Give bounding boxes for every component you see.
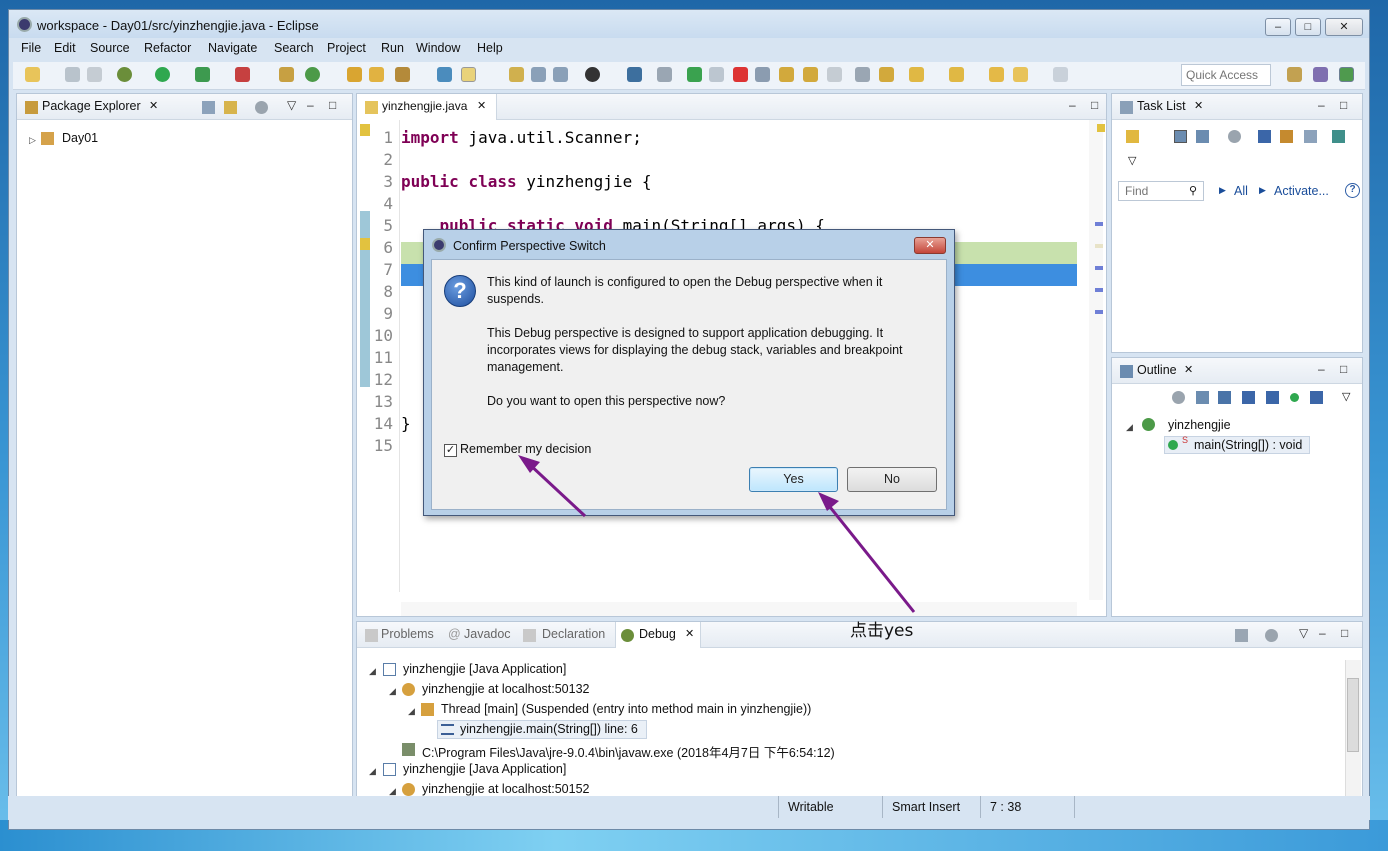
status-separator [980, 796, 981, 818]
status-separator [1074, 796, 1075, 818]
annotation-arrows [518, 455, 916, 613]
status-writable: Writable [788, 800, 834, 814]
annotation-click-yes: 点击yes [850, 621, 914, 641]
status-bar: Writable Smart Insert 7 : 38 [8, 796, 1370, 820]
status-cursor-position: 7 : 38 [990, 800, 1022, 814]
arrow-to-yes [824, 501, 916, 613]
arrow-to-checkbox [526, 461, 587, 518]
status-insert-mode: Smart Insert [892, 800, 961, 814]
status-separator [778, 796, 779, 818]
arrowhead-yes [818, 492, 839, 511]
status-separator [882, 796, 883, 818]
